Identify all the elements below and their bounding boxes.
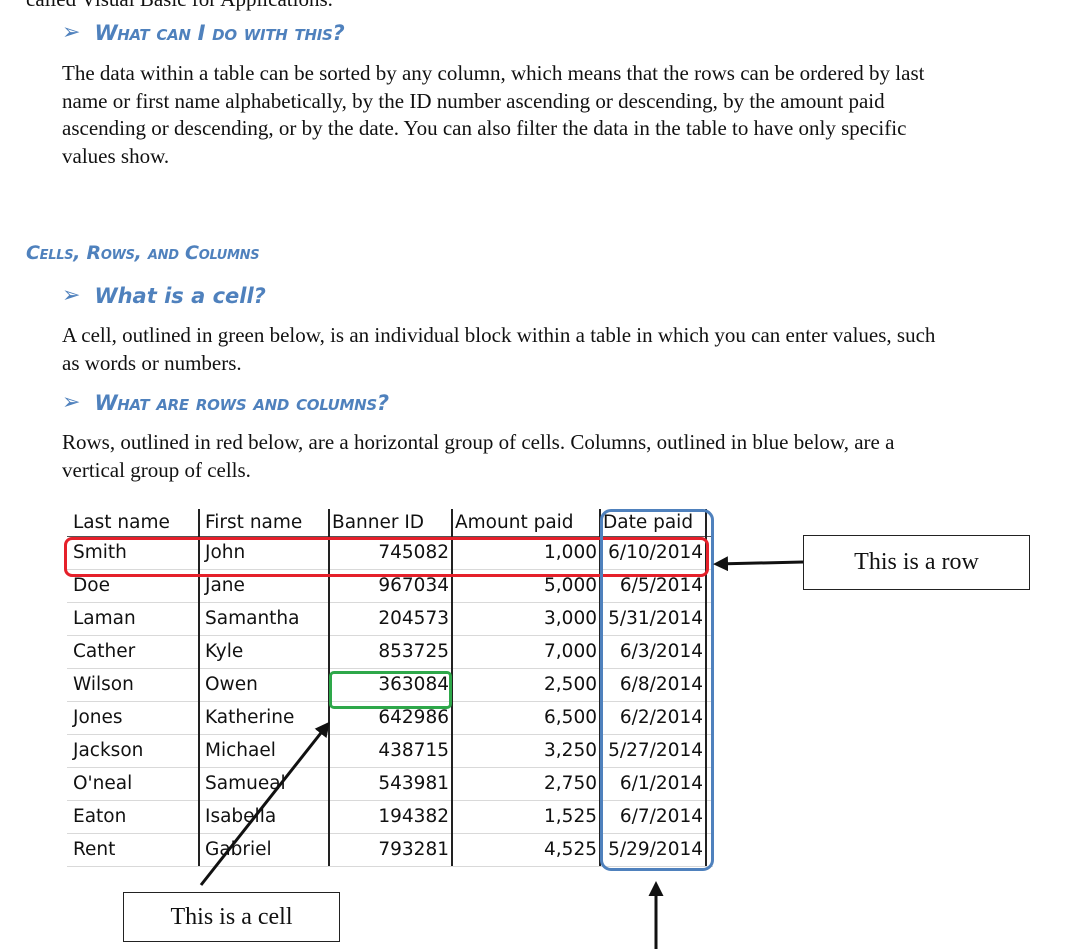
callout-arrows — [199, 556, 804, 949]
cell-callout-arrow — [199, 721, 330, 886]
row-callout-arrow — [713, 556, 804, 572]
